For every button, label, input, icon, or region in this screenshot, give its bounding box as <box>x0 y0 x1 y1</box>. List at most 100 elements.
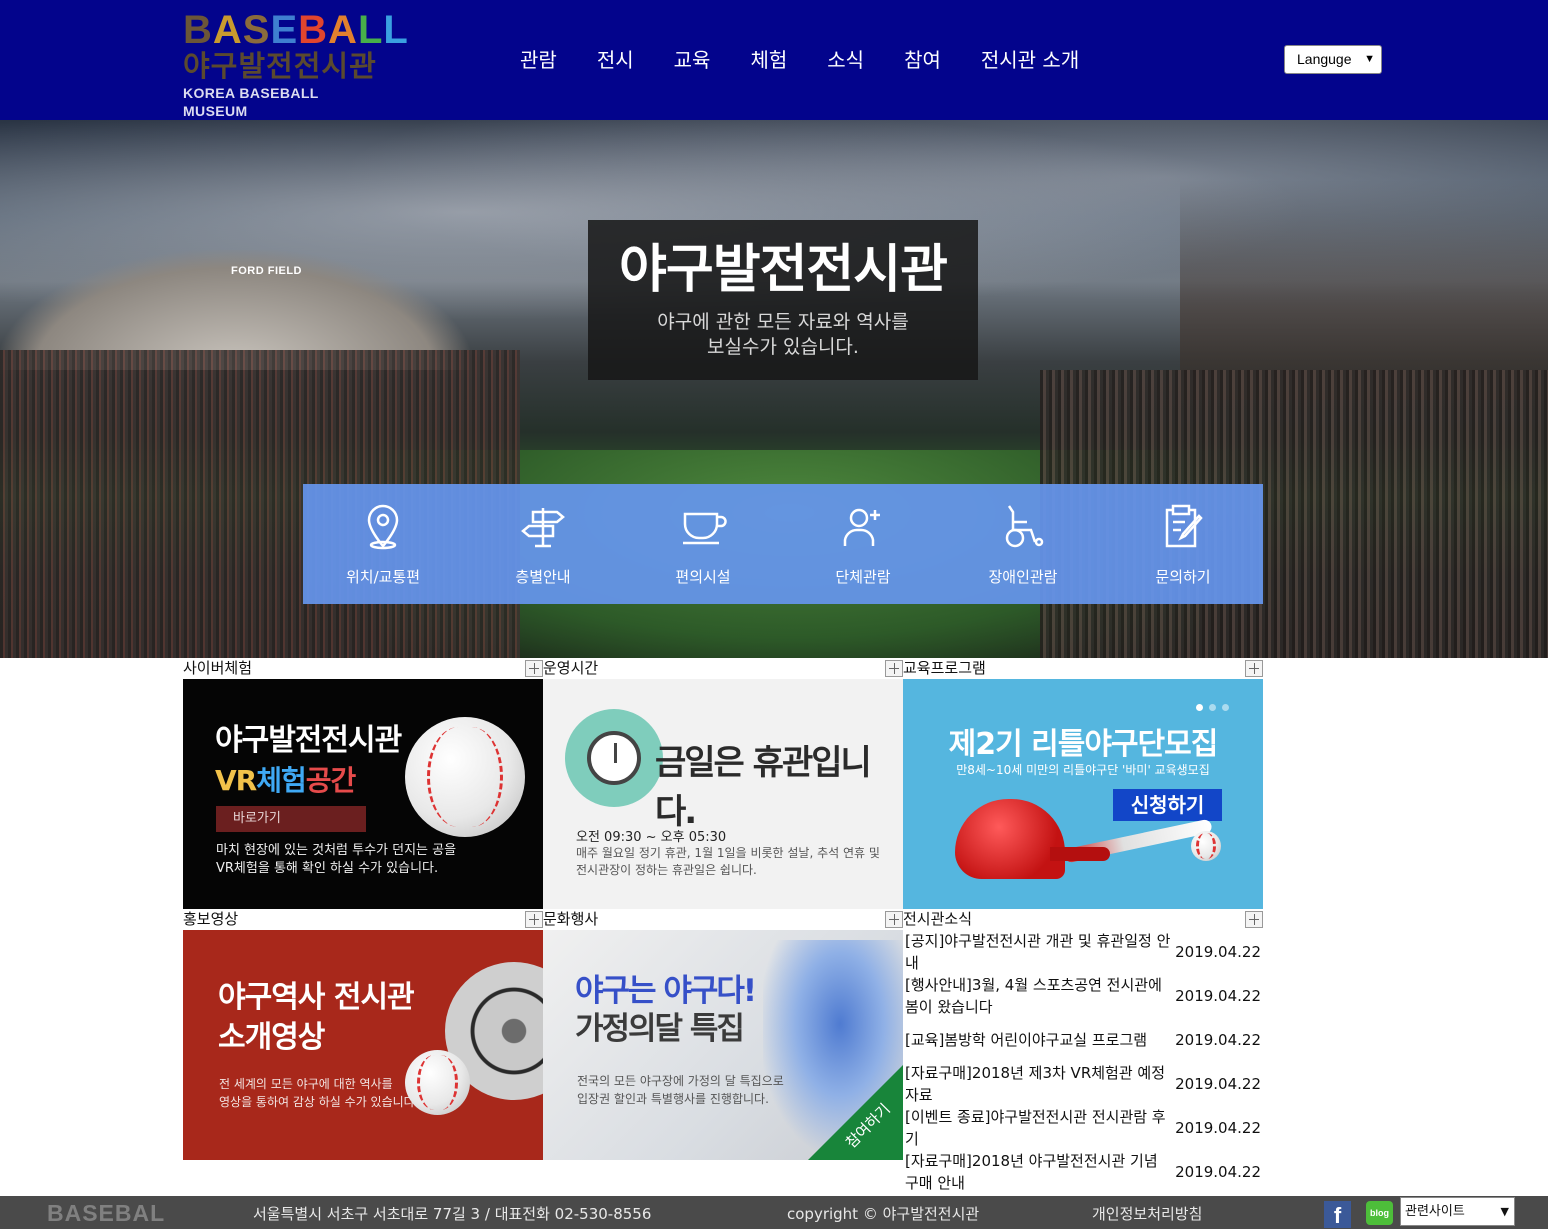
vr-banner-exp: 체험 <box>256 764 307 797</box>
quick-item-accessibility[interactable]: 장애인관람 <box>943 484 1103 604</box>
news-title[interactable]: [교육]봄방학 어린이야구교실 프로그램 <box>903 1018 1175 1062</box>
logo-letter: B <box>183 8 213 52</box>
news-title[interactable]: [행사안내]3월, 4월 스포츠공연 전시관에 봄이 왔습니다 <box>903 974 1175 1018</box>
vr-banner[interactable]: 야구발전전시관 VR체험공간 바로가기 마치 현장에 있는 것처럼 투수가 던지… <box>183 679 543 909</box>
news-title[interactable]: [자료구매]2018년 야구발전전시관 기념 구매 안내 <box>903 1150 1175 1194</box>
opening-hours: 오전 09:30 ~ 오후 05:30 <box>576 830 727 845</box>
news-date: 2019.04.22 <box>1175 1119 1261 1137</box>
chevron-down-icon: ▼ <box>1364 53 1375 65</box>
baseball-image <box>405 1050 470 1115</box>
news-row[interactable]: [교육]봄방학 어린이야구교실 프로그램 2019.04.22 <box>903 1018 1263 1062</box>
facebook-icon[interactable]: f <box>1324 1201 1351 1228</box>
plus-icon[interactable] <box>885 660 903 677</box>
related-sites-select[interactable]: 관련사이트 ▼ <box>1400 1197 1515 1226</box>
promo-headline-line2: 소개영상 <box>218 1020 325 1055</box>
carousel-dot[interactable] <box>1222 704 1229 711</box>
news-row[interactable]: [이벤트 종료]야구발전전시관 전시관람 후기 2019.04.22 <box>903 1106 1263 1150</box>
quick-item-location[interactable]: 위치/교통편 <box>303 484 463 604</box>
quick-item-group-visit[interactable]: 단체관람 <box>783 484 943 604</box>
news-title[interactable]: [이벤트 종료]야구발전전시관 전시관람 후기 <box>903 1106 1175 1150</box>
culture-event-banner[interactable]: 야구는 야구다! 가정의달 특집 전국의 모든 야구장에 가정의 달 특집으로 … <box>543 930 903 1160</box>
section-news: 전시관소식 [공지]야구발전전시관 개관 및 휴관일정 안내 2019.04.22… <box>903 909 1263 1194</box>
section-hours: 운영시간 금일은 휴관입니다. 오전 09:30 ~ 오후 05:30 매주 월… <box>543 658 903 909</box>
clock-icon <box>565 709 663 807</box>
hero-subtitle: 야구에 관한 모든 자료와 역사를 보실수가 있습니다. <box>588 310 978 360</box>
nav-item-view[interactable]: 관람 <box>520 44 557 76</box>
vr-banner-subtitle: VR체험공간 <box>215 759 356 799</box>
plus-icon[interactable] <box>525 660 543 677</box>
quick-item-floor-guide[interactable]: 층별안내 <box>463 484 623 604</box>
logo-letter: L <box>383 8 409 52</box>
news-date: 2019.04.22 <box>1175 943 1261 961</box>
section-header: 문화행사 <box>543 909 903 930</box>
news-row[interactable]: [자료구매]2018년 야구발전전시관 기념 구매 안내 2019.04.22 <box>903 1150 1263 1194</box>
language-select[interactable]: Languge ▼ <box>1284 45 1382 74</box>
apply-button[interactable]: 신청하기 <box>1113 789 1222 821</box>
plus-icon[interactable] <box>525 911 543 928</box>
vr-banner-vr: VR <box>215 764 257 797</box>
language-select-value: Languge <box>1297 51 1352 67</box>
culture-desc-line2: 입장권 할인과 특별행사를 진행합니다. <box>577 1092 769 1106</box>
news-date: 2019.04.22 <box>1175 1031 1261 1049</box>
nav-item-education[interactable]: 교육 <box>674 44 711 76</box>
baseball-image <box>1191 831 1221 861</box>
education-banner[interactable]: 제2기 리틀야구단모집 만8세~10세 미만의 리틀야구단 '바미' 교육생모집… <box>903 679 1263 909</box>
news-title[interactable]: [자료구매]2018년 제3차 VR체험관 예정자료 <box>903 1062 1175 1106</box>
section-title: 전시관소식 <box>903 910 973 928</box>
section-header: 홍보영상 <box>183 909 543 930</box>
section-header: 운영시간 <box>543 658 903 679</box>
chevron-down-icon: ▼ <box>1500 1205 1509 1218</box>
logo-letter: E <box>270 8 299 52</box>
quick-item-label: 단체관람 <box>835 568 891 586</box>
privacy-policy-link[interactable]: 개인정보처리방침 <box>1092 1203 1202 1224</box>
nav-item-news[interactable]: 소식 <box>827 44 864 76</box>
culture-headline: 야구는 야구다! 가정의달 특집 <box>575 972 757 1048</box>
news-row[interactable]: [행사안내]3월, 4월 스포츠공연 전시관에 봄이 왔습니다 2019.04.2… <box>903 974 1263 1018</box>
quick-item-label: 위치/교통편 <box>345 568 421 586</box>
news-title[interactable]: [공지]야구발전전시관 개관 및 휴관일정 안내 <box>903 930 1175 974</box>
baseball-image <box>405 717 525 837</box>
plus-icon[interactable] <box>885 911 903 928</box>
section-promo: 홍보영상 야구역사 전시관 소개영상 전 세계의 모든 야구에 대한 역사를 영… <box>183 909 543 1160</box>
closing-note: 매주 월요일 정기 휴관, 1월 1일을 비롯한 설날, 추석 연휴 및 전시관… <box>576 845 880 879</box>
site-logo[interactable]: BASEBALL 야구발전전시관 KOREA BASEBALL MUSEUM <box>183 8 408 119</box>
section-cyber: 사이버체험 야구발전전시관 VR체험공간 바로가기 마치 현장에 있는 것처럼 … <box>183 658 543 909</box>
shortcut-button[interactable]: 바로가기 <box>216 806 366 832</box>
culture-desc: 전국의 모든 야구장에 가정의 달 특집으로 입장권 할인과 특별행사를 진행합… <box>577 1072 784 1108</box>
hero-subtitle-line1: 야구에 관한 모든 자료와 역사를 <box>657 311 909 333</box>
nav-item-exhibition[interactable]: 전시 <box>597 44 634 76</box>
section-header: 사이버체험 <box>183 658 543 679</box>
vr-banner-desc: 마치 현장에 있는 것처럼 투수가 던지는 공을 VR체험을 통해 확인 하실 … <box>216 842 456 878</box>
hero-subtitle-line2: 보실수가 있습니다. <box>707 336 859 358</box>
logo-wordmark: BASEBALL <box>183 8 408 52</box>
promo-video-banner[interactable]: 야구역사 전시관 소개영상 전 세계의 모든 야구에 대한 역사를 영상을 통하… <box>183 930 543 1160</box>
promo-headline: 야구역사 전시관 소개영상 <box>218 978 415 1058</box>
carousel-dot[interactable] <box>1209 704 1216 711</box>
section-title: 교육프로그램 <box>903 659 986 677</box>
quick-item-inquiry[interactable]: 문의하기 <box>1103 484 1263 604</box>
plus-icon[interactable] <box>1245 660 1263 677</box>
logo-letter: L <box>357 8 384 52</box>
nav-item-about[interactable]: 전시관 소개 <box>981 44 1079 76</box>
nav-item-experience[interactable]: 체험 <box>750 44 787 76</box>
helmet-image <box>955 799 1110 879</box>
section-education: 교육프로그램 제2기 리틀야구단모집 만8세~10세 미만의 리틀야구단 '바미… <box>903 658 1263 909</box>
closing-note-line2: 전시관장이 정하는 휴관일은 쉽니다. <box>576 863 757 877</box>
quick-item-facilities[interactable]: 편의시설 <box>623 484 783 604</box>
nav-item-participate[interactable]: 참여 <box>904 44 941 76</box>
news-row[interactable]: [자료구매]2018년 제3차 VR체험관 예정자료 2019.04.22 <box>903 1062 1263 1106</box>
main-nav: 관람 전시 교육 체험 소식 참여 전시관 소개 <box>520 44 1119 76</box>
vr-desc-line2: VR체험을 통해 확인 하실 수가 있습니다. <box>216 861 439 876</box>
hours-banner[interactable]: 금일은 휴관입니다. 오전 09:30 ~ 오후 05:30 매주 월요일 정기… <box>543 679 903 909</box>
logo-english: KOREA BASEBALL MUSEUM <box>183 85 319 119</box>
plus-icon[interactable] <box>1245 911 1263 928</box>
news-row[interactable]: [공지]야구발전전시관 개관 및 휴관일정 안내 2019.04.22 <box>903 930 1263 974</box>
carousel-dot[interactable] <box>1196 704 1203 711</box>
carousel-dots <box>1196 696 1235 715</box>
blog-icon[interactable]: blog <box>1366 1201 1393 1225</box>
promo-desc: 전 세계의 모든 야구에 대한 역사를 영상을 통하여 감상 하실 수가 있습니… <box>219 1075 419 1111</box>
promo-headline-line1: 야구역사 전시관 <box>218 980 415 1015</box>
section-header: 교육프로그램 <box>903 658 1263 679</box>
hero-title: 야구발전전시관 <box>619 240 948 300</box>
footer-copyright: copyright © 야구발전전시관 <box>787 1205 980 1223</box>
